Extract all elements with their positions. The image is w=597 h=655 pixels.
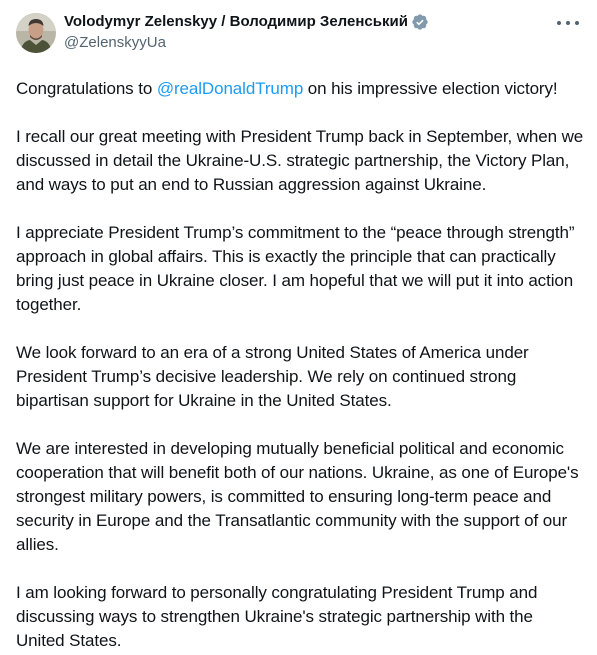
p1-text-before: Congratulations to [16,79,157,98]
author-display-name[interactable]: Volodymyr Zelenskyy / Володимир Зеленськ… [64,12,408,32]
avatar-image [16,13,56,53]
name-row: Volodymyr Zelenskyy / Володимир Зеленськ… [64,12,429,32]
tweet-paragraph-1: Congratulations to @realDonaldTrump on h… [16,77,586,101]
tweet-paragraph-2: I recall our great meeting with Presiden… [16,127,584,194]
verified-badge-icon[interactable] [411,13,429,31]
author-handle[interactable]: @ZelenskyyUa [64,33,429,53]
p1-text-after: on his impressive election victory! [303,79,558,98]
tweet-text: Congratulations to @realDonaldTrump on h… [16,77,586,653]
tweet-paragraph-3: I appreciate President Trump’s commitmen… [16,223,575,314]
mention-link[interactable]: @realDonaldTrump [157,79,303,98]
avatar[interactable] [16,13,56,53]
tweet-card: Volodymyr Zelenskyy / Володимир Зеленськ… [0,0,597,655]
more-options-icon[interactable] [557,16,579,30]
tweet-paragraph-4: We look forward to an era of a strong Un… [16,343,529,410]
tweet-header: Volodymyr Zelenskyy / Володимир Зеленськ… [16,12,581,56]
author-names: Volodymyr Zelenskyy / Володимир Зеленськ… [64,12,429,53]
tweet-paragraph-6: I am looking forward to personally congr… [16,583,538,650]
tweet-paragraph-5: We are interested in developing mutually… [16,439,579,554]
